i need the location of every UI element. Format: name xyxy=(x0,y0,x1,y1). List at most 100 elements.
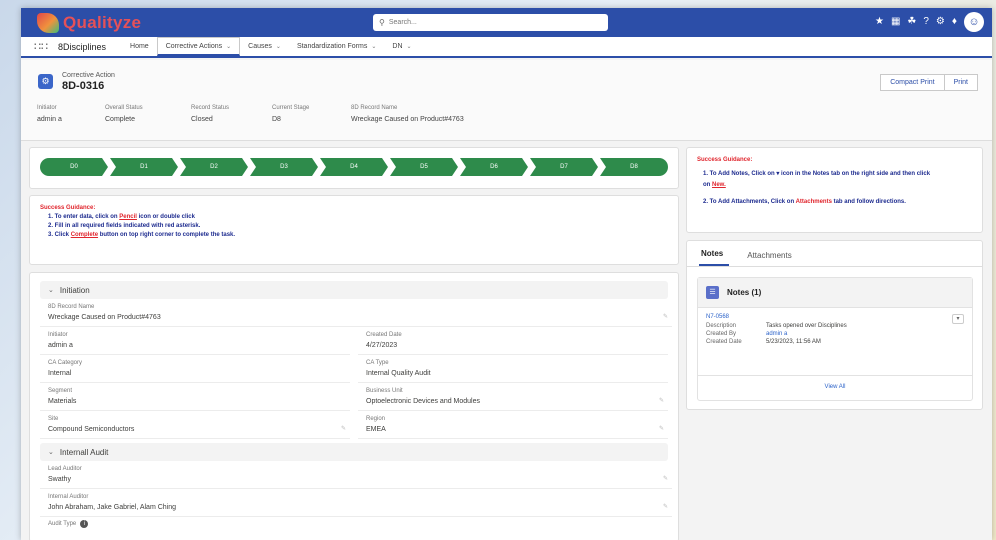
path-step-d3[interactable]: D3 xyxy=(250,158,318,176)
stage-path: D0 D1 D2 D3 D4 D5 D6 D7 D8 xyxy=(40,158,668,176)
app-window: Qualityze ⚲ Search... ★ ▦ ☘ ? ⚙ ♦ ☺ ∷∷ 8… xyxy=(21,8,992,540)
global-header: Qualityze ⚲ Search... ★ ▦ ☘ ? ⚙ ♦ ☺ xyxy=(21,8,992,37)
highlight-label: Initiator xyxy=(37,105,57,111)
stage-path-card: D0 D1 D2 D3 D4 D5 D6 D7 D8 xyxy=(29,147,679,189)
record-detail-card: ⌄ Initiation 8D Record Name Wreckage Cau… xyxy=(29,272,679,540)
path-step-d7[interactable]: D7 xyxy=(530,158,598,176)
highlight-value: Wreckage Caused on Product#4763 xyxy=(351,116,464,123)
field-value: Materials xyxy=(48,398,77,405)
search-placeholder: Search... xyxy=(388,19,417,26)
pencil-icon[interactable]: ✎ xyxy=(659,425,664,432)
pencil-icon[interactable]: ✎ xyxy=(341,425,346,432)
highlight-current-stage: Current Stage D8 xyxy=(272,105,351,123)
notifications-bell-icon[interactable]: ♦ xyxy=(952,12,957,32)
tab-attachments[interactable]: Attachments xyxy=(745,251,797,266)
pencil-icon[interactable]: ✎ xyxy=(663,503,668,510)
note-field-label: Description xyxy=(706,323,737,329)
pencil-icon[interactable]: ✎ xyxy=(659,397,664,404)
tab-notes[interactable]: Notes xyxy=(699,249,730,266)
app-navigation: ∷∷ 8Disciplines Home Corrective Actions … xyxy=(21,37,992,58)
chevron-down-icon: ⌄ xyxy=(48,449,54,456)
row-actions-menu[interactable]: ▾ xyxy=(952,314,964,324)
field-value: Swathy xyxy=(48,476,71,483)
nav-item-standardization-forms[interactable]: Standardization Forms ⌄ xyxy=(289,37,384,56)
app-launcher-icon[interactable]: ∷∷ xyxy=(34,40,48,53)
pencil-icon[interactable]: ✎ xyxy=(663,475,668,482)
record-type: Corrective Action xyxy=(62,72,115,79)
field-audit-type: Audit Type i xyxy=(40,520,668,528)
field-label: Segment xyxy=(48,388,73,394)
guidance-highlight: New. xyxy=(712,182,726,188)
note-record: N7-0568 ▾ Description Tasks opened over … xyxy=(698,308,972,351)
field-label: Internal Auditor xyxy=(48,494,89,500)
field-value: EMEA xyxy=(366,426,386,433)
note-field-label: Created Date xyxy=(706,339,742,345)
guidance-text: 1. To Add Notes, Click on xyxy=(703,171,775,177)
highlight-overall-status: Overall Status Complete xyxy=(105,105,191,123)
help-icon[interactable]: ? xyxy=(923,12,929,32)
guidance-title: Success Guidance: xyxy=(40,205,96,211)
chevron-down-icon[interactable]: ⌄ xyxy=(226,43,231,50)
note-created-by-link[interactable]: admin a xyxy=(766,331,964,337)
path-step-d5[interactable]: D5 xyxy=(390,158,458,176)
brand-logo[interactable]: Qualityze xyxy=(37,12,142,33)
section-header-initiation[interactable]: ⌄ Initiation xyxy=(40,281,668,299)
header-utilities: ★ ▦ ☘ ? ⚙ ♦ ☺ xyxy=(875,12,984,32)
guidance-text: 2. To Add Attachments, Click on xyxy=(703,199,796,205)
logo-mark xyxy=(37,12,59,33)
field-row: CA Category Internal CA Type Internal Qu… xyxy=(40,355,668,383)
field-business-unit: Business Unit Optoelectronic Devices and… xyxy=(358,383,668,411)
highlights-panel: Initiator admin a Overall Status Complet… xyxy=(37,105,511,123)
path-step-d1[interactable]: D1 xyxy=(110,158,178,176)
guidance-line: 1. To Add Notes, Click on ▾ icon in the … xyxy=(697,169,972,191)
brand-name: Qualityze xyxy=(63,12,142,32)
field-site: Site Compound Semiconductors ✎ xyxy=(40,411,350,439)
path-step-d8[interactable]: D8 xyxy=(600,158,668,176)
field-label: CA Type xyxy=(366,360,389,366)
field-value: Compound Semiconductors xyxy=(48,426,135,433)
path-step-d6[interactable]: D6 xyxy=(460,158,528,176)
favorites-icon[interactable]: ★ xyxy=(875,12,884,32)
field-value: Optoelectronic Devices and Modules xyxy=(366,398,481,405)
global-search[interactable]: ⚲ Search... xyxy=(373,14,608,31)
chevron-down-icon[interactable]: ⌄ xyxy=(407,43,412,50)
nav-item-label: DN xyxy=(392,43,403,50)
nav-item-causes[interactable]: Causes ⌄ xyxy=(240,37,289,56)
highlight-label: Overall Status xyxy=(105,105,143,111)
info-icon[interactable]: i xyxy=(80,520,89,528)
pencil-icon[interactable]: ✎ xyxy=(663,313,668,320)
highlight-label: Current Stage xyxy=(272,105,310,111)
global-actions-icon[interactable]: ▦ xyxy=(891,12,900,32)
user-avatar[interactable]: ☺ xyxy=(964,12,984,32)
highlight-label: 8D Record Name xyxy=(351,105,398,111)
trailhead-icon[interactable]: ☘ xyxy=(907,12,916,32)
view-all-link[interactable]: View All xyxy=(698,375,972,390)
section-header-internal-audit[interactable]: ⌄ Internall Audit xyxy=(40,443,668,461)
notes-related-list: ☰ Notes (1) N7-0568 ▾ Description Tasks … xyxy=(697,277,973,401)
path-step-d4[interactable]: D4 xyxy=(320,158,388,176)
nav-item-home[interactable]: Home xyxy=(122,37,157,56)
guidance-text: button on top right corner to complete t… xyxy=(98,232,236,238)
field-value: Wreckage Caused on Product#4763 xyxy=(48,314,161,321)
guidance-text: icon or double click xyxy=(136,214,195,220)
nav-item-label: Home xyxy=(130,43,149,50)
note-record-link[interactable]: N7-0568 xyxy=(706,314,964,320)
path-step-d2[interactable]: D2 xyxy=(180,158,248,176)
setup-gear-icon[interactable]: ⚙ xyxy=(936,12,945,32)
notes-attachments-panel: Notes Attachments ☰ Notes (1) N7-0568 ▾ … xyxy=(686,240,983,410)
notes-list-title[interactable]: Notes (1) xyxy=(727,288,761,297)
path-step-d0[interactable]: D0 xyxy=(40,158,108,176)
field-value: Internal xyxy=(48,370,72,377)
compact-print-button[interactable]: Compact Print xyxy=(880,74,945,91)
chevron-down-icon[interactable]: ⌄ xyxy=(371,43,376,50)
nav-item-dn[interactable]: DN ⌄ xyxy=(384,37,419,56)
record-actions: Compact Print Print xyxy=(880,74,978,91)
success-guidance-card: Success Guidance: 1. To enter data, clic… xyxy=(29,195,679,265)
search-icon: ⚲ xyxy=(379,18,385,27)
field-value: admin a xyxy=(48,342,73,349)
print-button[interactable]: Print xyxy=(944,74,978,91)
field-row: Segment Materials Business Unit Optoelec… xyxy=(40,383,668,411)
nav-item-corrective-actions[interactable]: Corrective Actions ⌄ xyxy=(156,37,241,56)
guidance-text: on xyxy=(703,182,712,188)
chevron-down-icon[interactable]: ⌄ xyxy=(276,43,281,50)
